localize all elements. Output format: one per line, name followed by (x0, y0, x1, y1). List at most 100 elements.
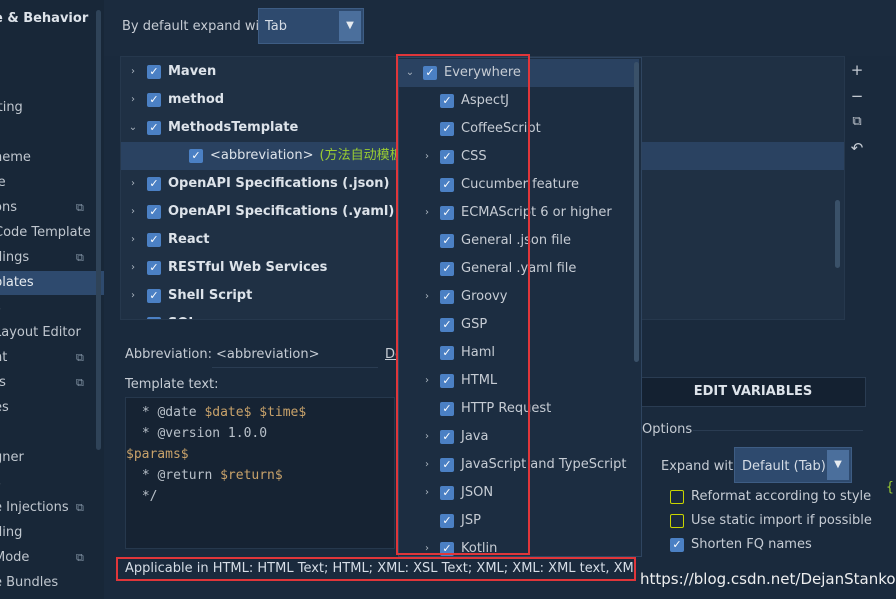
chevron-right-icon[interactable]: › (421, 535, 433, 556)
context-row[interactable]: ✓ JSP (399, 507, 639, 535)
checkbox[interactable]: ✓ (440, 178, 454, 192)
checkbox[interactable]: ✓ (147, 233, 161, 247)
context-row[interactable]: › ✓ Groovy (399, 283, 639, 311)
edit-variables-button[interactable]: EDIT VARIABLES (640, 377, 866, 407)
sidebar-item[interactable]: dings ⧉ (0, 246, 104, 270)
sidebar-item[interactable]: e Bundles (0, 571, 104, 595)
remove-icon[interactable]: − (846, 84, 868, 108)
checkbox[interactable] (670, 490, 684, 504)
chevron-right-icon[interactable]: › (421, 283, 433, 311)
sidebar-item[interactable]: s (0, 296, 104, 320)
sidebar-item[interactable]: iting (0, 96, 104, 120)
checkbox[interactable]: ✓ (440, 94, 454, 108)
checkbox[interactable]: ✓ (440, 486, 454, 500)
chevron-right-icon[interactable]: › (127, 254, 139, 282)
chevron-down-icon[interactable]: ⌄ (127, 114, 139, 142)
context-row[interactable]: ✓ AspectJ (399, 87, 639, 115)
sidebar-item[interactable]: ts ⧉ (0, 371, 104, 395)
context-row[interactable]: ✓ GSP (399, 311, 639, 339)
sidebar-item[interactable]: es (0, 396, 104, 420)
checkbox[interactable]: ✓ (440, 150, 454, 164)
chevron-right-icon[interactable]: › (421, 199, 433, 227)
sidebar-header[interactable]: e & Behavior (0, 11, 88, 26)
checkbox[interactable]: ✓ (440, 122, 454, 136)
checkbox[interactable]: ✓ (440, 514, 454, 528)
context-row[interactable]: ✓ General .yaml file (399, 255, 639, 283)
abbreviation-field[interactable]: <abbreviation> (212, 342, 378, 368)
checkbox[interactable]: ✓ (440, 234, 454, 248)
context-row[interactable]: ✓ HTTP Request (399, 395, 639, 423)
checkbox[interactable]: ✓ (147, 261, 161, 275)
chevron-right-icon[interactable]: › (421, 479, 433, 507)
context-row[interactable]: ⌄ ✓ Everywhere (399, 59, 639, 87)
tree-scrollbar[interactable] (835, 200, 840, 268)
default-expand-dropdown[interactable]: Tab ▼ (258, 8, 364, 44)
context-row[interactable]: › ✓ CSS (399, 143, 639, 171)
checkbox[interactable]: ✓ (440, 430, 454, 444)
context-row[interactable]: › ✓ JavaScript and TypeScript (399, 451, 639, 479)
context-row[interactable]: › ✓ JSON (399, 479, 639, 507)
sidebar-item[interactable]: heme (0, 146, 104, 170)
checkbox[interactable]: ✓ (440, 262, 454, 276)
sidebar-item[interactable]: Mode ⧉ (0, 546, 104, 570)
chevron-right-icon[interactable]: › (127, 282, 139, 310)
context-row[interactable]: ✓ CoffeeScript (399, 115, 639, 143)
context-scrollbar[interactable] (634, 62, 639, 362)
sidebar-item[interactable]: e Injections ⧉ (0, 496, 104, 520)
context-row[interactable]: › ✓ Kotlin (399, 535, 639, 556)
checkbox[interactable]: ✓ (440, 374, 454, 388)
chevron-right-icon[interactable]: › (127, 170, 139, 198)
revert-icon[interactable]: ↶ (846, 136, 868, 160)
sidebar-item[interactable]: plates (0, 271, 104, 295)
chevron-right-icon[interactable]: › (421, 451, 433, 479)
context-row[interactable]: › ✓ Java (399, 423, 639, 451)
sidebar-item[interactable]: gner (0, 446, 104, 470)
checkbox[interactable]: ✓ (440, 290, 454, 304)
checkbox[interactable] (670, 514, 684, 528)
chevron-right-icon[interactable]: › (127, 226, 139, 254)
expand-with-dropdown[interactable]: Default (Tab) ▼ (734, 447, 852, 483)
chevron-right-icon[interactable]: › (421, 143, 433, 171)
applicable-contexts-link[interactable]: Applicable in HTML: HTML Text; HTML; XML… (116, 557, 636, 581)
context-row[interactable]: ✓ General .json file (399, 227, 639, 255)
copy-icon[interactable]: ⧉ (846, 110, 868, 134)
checkbox[interactable]: ✓ (440, 458, 454, 472)
context-row[interactable]: ✓ Haml (399, 339, 639, 367)
chevron-right-icon[interactable]: › (127, 58, 139, 86)
checkbox[interactable]: ✓ (189, 149, 203, 163)
chevron-right-icon[interactable]: › (127, 310, 139, 319)
checkbox[interactable]: ✓ (670, 538, 684, 552)
checkbox[interactable]: ✓ (440, 206, 454, 220)
checkbox[interactable]: ✓ (440, 542, 454, 556)
sidebar-item[interactable]: nt ⧉ (0, 346, 104, 370)
checkbox[interactable]: ✓ (423, 66, 437, 80)
sidebar-item[interactable]: ding (0, 521, 104, 545)
context-row[interactable]: ✓ Cucumber feature (399, 171, 639, 199)
chevron-right-icon[interactable]: › (127, 86, 139, 114)
checkbox[interactable]: ✓ (440, 318, 454, 332)
chevron-right-icon[interactable]: › (127, 198, 139, 226)
sidebar-item[interactable]: ons ⧉ (0, 196, 104, 220)
sidebar-item[interactable]: le (0, 171, 104, 195)
checkbox[interactable]: ✓ (440, 346, 454, 360)
chevron-right-icon[interactable]: › (421, 423, 433, 451)
checkbox[interactable]: ✓ (147, 65, 161, 79)
sidebar-scrollbar[interactable] (96, 10, 101, 450)
add-icon[interactable]: + (846, 58, 868, 82)
sidebar-item[interactable]: Code Template (0, 221, 104, 245)
template-text-editor[interactable]: * @date $date$ $time$ * @version 1.0.0 $p… (125, 397, 395, 549)
checkbox[interactable]: ✓ (147, 177, 161, 191)
context-row[interactable]: › ✓ HTML (399, 367, 639, 395)
checkbox[interactable]: ✓ (147, 121, 161, 135)
chevron-right-icon[interactable]: › (421, 367, 433, 395)
checkbox[interactable]: ✓ (147, 289, 161, 303)
checkbox[interactable]: ✓ (147, 93, 161, 107)
checkbox[interactable]: ✓ (440, 402, 454, 416)
checkbox[interactable]: ✓ (147, 205, 161, 219)
context-row[interactable]: › ✓ ECMAScript 6 or higher (399, 199, 639, 227)
chevron-down-icon[interactable]: ⌄ (404, 59, 416, 87)
sidebar-item[interactable]: s (0, 471, 104, 495)
chevron-down-icon[interactable]: ▼ (339, 11, 361, 41)
sidebar-item[interactable]: Layout Editor (0, 321, 104, 345)
chevron-down-icon[interactable]: ▼ (827, 450, 849, 480)
